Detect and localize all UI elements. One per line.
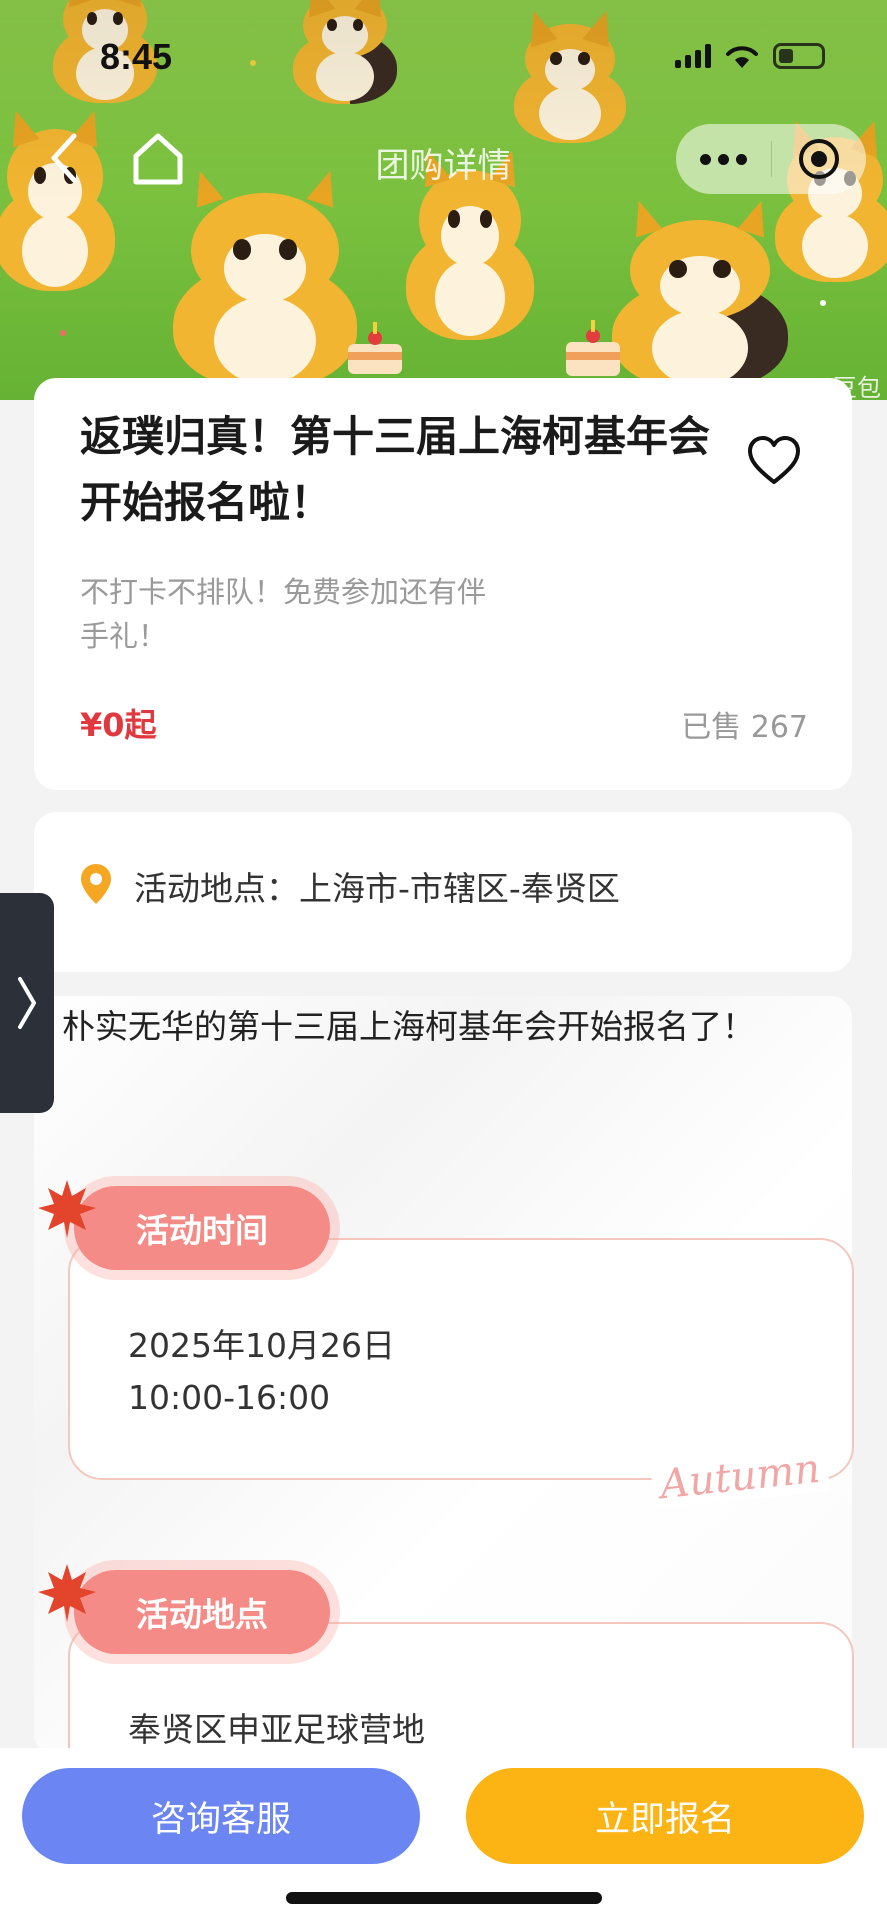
event-location-label: 活动地点 [74,1570,330,1654]
event-time-label-wrap: 活动时间 [64,1176,340,1280]
price: ¥0起 [80,706,157,744]
status-bar: 8:45 [0,0,887,110]
battery-icon [773,43,825,69]
product-card: 返璞归真！第十三届上海柯基年会开始报名啦！ 不打卡不排队！免费参加还有伴手礼！ … [34,378,852,790]
chevron-right-icon [18,977,36,1029]
location-card[interactable]: 活动地点：上海市-市辖区-奉贤区 [34,812,852,972]
cake-icon [566,320,620,376]
consult-service-button[interactable]: 咨询客服 [22,1768,420,1864]
target-icon[interactable] [772,137,867,181]
maple-leaf-icon [38,1564,96,1622]
home-indicator[interactable] [286,1892,602,1904]
status-time: 8:45 [100,36,173,77]
signup-now-button[interactable]: 立即报名 [466,1768,864,1864]
product-subtitle: 不打卡不排队！免费参加还有伴手礼！ [80,575,487,653]
product-title: 返璞归真！第十三届上海柯基年会开始报名啦！ [80,412,711,527]
description-card: 朴实无华的第十三届上海柯基年会开始报名了！ 2025年10月26日 10:00-… [34,996,854,1822]
cake-icon [348,322,402,374]
event-hours: 10:00-16:00 [128,1378,331,1417]
event-location-label-wrap: 活动地点 [64,1560,340,1664]
description-intro: 朴实无华的第十三届上海柯基年会开始报名了！ [62,1007,755,1046]
sold-count: 已售 267 [681,710,808,745]
heart-icon[interactable] [746,434,802,490]
event-date: 2025年10月26日 [128,1326,395,1365]
wifi-icon [726,46,758,68]
mini-program-capsule [676,124,866,194]
location-text: 活动地点：上海市-市辖区-奉贤区 [134,869,620,908]
bottom-action-bar: 咨询客服 立即报名 [0,1748,887,1920]
maple-leaf-icon [38,1180,96,1238]
location-pin-icon [81,864,111,904]
event-time-label: 活动时间 [74,1186,330,1270]
side-drawer-handle[interactable] [0,893,54,1113]
more-dots-icon[interactable] [676,153,771,165]
signal-icon [675,44,711,68]
